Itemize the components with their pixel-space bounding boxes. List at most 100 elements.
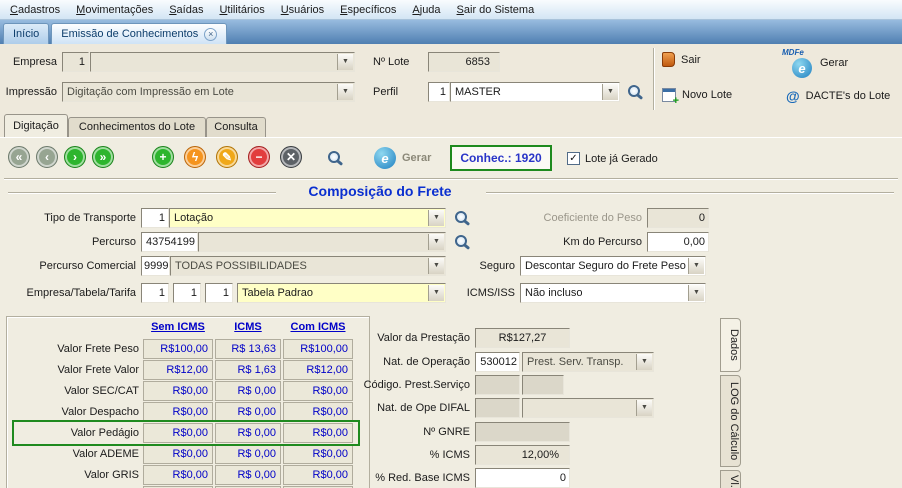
window-tab-bar: Início Emissão de Conhecimentos × (0, 20, 902, 44)
cell-ademe-icms[interactable]: R$ 0,00 (215, 444, 281, 464)
delete-button[interactable]: − (248, 146, 270, 168)
perfil-combo[interactable]: MASTER ▼ (450, 82, 620, 102)
red-base-icms-field[interactable]: 0 (475, 468, 570, 488)
tab-inicio[interactable]: Início (3, 23, 49, 44)
first-record-button[interactable]: « (8, 146, 30, 168)
sair-button-label: Sair (681, 54, 701, 66)
dropdown-arrow-icon[interactable]: ▼ (636, 354, 652, 370)
codigo-prest-servico-label: Código. Prest.Serviço (325, 375, 470, 395)
lote-label: Nº Lote (373, 52, 425, 72)
process-button[interactable]: ϟ (184, 146, 206, 168)
tab-conhecimentos-do-lote[interactable]: Conhecimentos do Lote (68, 117, 206, 137)
lote-field[interactable]: 6853 (428, 52, 500, 72)
row-label-ademe: Valor ADEME (9, 444, 139, 464)
lote-ja-gerado-checkbox[interactable]: ✓ (567, 152, 580, 165)
tab-consulta[interactable]: Consulta (206, 117, 266, 137)
dropdown-arrow-icon[interactable]: ▼ (337, 84, 353, 100)
menu-ajuda[interactable]: Ajuda (404, 1, 448, 19)
next-record-icon: › (73, 151, 77, 163)
novo-lote-button[interactable]: Novo Lote (662, 88, 732, 102)
add-button[interactable]: + (152, 146, 174, 168)
gnre-label: Nº GNRE (335, 422, 470, 442)
cell-frete-peso-sem[interactable]: R$100,00 (143, 339, 213, 359)
km-percurso-label: Km do Percurso (505, 232, 642, 252)
percurso-combo[interactable]: ▼ (198, 232, 446, 252)
nat-operacao-combo[interactable]: Prest. Serv. Transp. ▼ (522, 352, 654, 372)
cell-pedagio-sem[interactable]: R$0,00 (143, 423, 213, 443)
mdfe-icon: MDFe e (782, 48, 814, 78)
search-icon[interactable] (328, 151, 340, 163)
menu-utilitarios[interactable]: Utilitários (211, 1, 272, 19)
menu-sair-do-sistema[interactable]: Sair do Sistema (449, 1, 543, 19)
cell-gris-sem[interactable]: R$0,00 (143, 465, 213, 485)
cell-despacho-sem[interactable]: R$0,00 (143, 402, 213, 422)
menu-cadastros[interactable]: Cadastros (2, 1, 68, 19)
cell-gris-icms[interactable]: R$ 0,00 (215, 465, 281, 485)
next-record-button[interactable]: › (64, 146, 86, 168)
close-tab-icon[interactable]: × (204, 28, 217, 41)
cell-pedagio-icms[interactable]: R$ 0,00 (215, 423, 281, 443)
side-tab-dados[interactable]: Dados (720, 318, 741, 372)
empresa-combo[interactable]: ▼ (90, 52, 355, 72)
dropdown-arrow-icon[interactable]: ▼ (602, 84, 618, 100)
sair-button[interactable]: Sair (662, 52, 701, 67)
ett-empresa-field[interactable]: 1 (141, 283, 169, 303)
edit-button[interactable]: ✎ (216, 146, 238, 168)
nat-operacao-number-field[interactable]: 530012 (475, 352, 520, 372)
ett-tarifa-field[interactable]: 1 (205, 283, 233, 303)
perfil-search-icon[interactable] (628, 85, 640, 97)
row-label-gris: Valor GRIS (9, 465, 139, 485)
seguro-label: Seguro (385, 256, 515, 276)
menu-movimentacoes[interactable]: Movimentações (68, 1, 161, 19)
cell-sec-cat-sem[interactable]: R$0,00 (143, 381, 213, 401)
section-title: Composição do Frete (280, 183, 480, 199)
menu-usuarios[interactable]: Usuários (273, 1, 332, 19)
last-record-button[interactable]: » (92, 146, 114, 168)
last-record-icon: » (100, 151, 107, 163)
gerar-button-label: Gerar (402, 152, 431, 164)
tab-digitacao[interactable]: Digitação (4, 114, 68, 137)
cell-frete-valor-icms[interactable]: R$ 1,63 (215, 360, 281, 380)
tipo-transporte-combo[interactable]: Lotação ▼ (169, 208, 446, 228)
row-label-despacho: Valor Despacho (9, 402, 139, 422)
icms-iss-combo[interactable]: Não incluso ▼ (520, 283, 706, 303)
perfil-number-field[interactable]: 1 (428, 82, 450, 102)
nat-ope-difal-label: Nat. de Ope DIFAL (335, 398, 470, 418)
prior-record-button[interactable]: ‹ (36, 146, 58, 168)
impressao-combo[interactable]: Digitação com Impressão em Lote ▼ (62, 82, 355, 102)
cell-ademe-sem[interactable]: R$0,00 (143, 444, 213, 464)
cell-frete-peso-icms[interactable]: R$ 13,63 (215, 339, 281, 359)
first-record-icon: « (16, 151, 23, 163)
percurso-number-field[interactable]: 43754199 (141, 232, 198, 252)
tab-emissao-de-conhecimentos[interactable]: Emissão de Conhecimentos × (51, 23, 227, 44)
side-tab-vl-calculados[interactable]: Vl. Cal (720, 470, 741, 488)
tipo-transporte-search-icon[interactable] (455, 211, 467, 223)
ett-tabela-field[interactable]: 1 (173, 283, 201, 303)
menu-especificos[interactable]: Específicos (332, 1, 404, 19)
dropdown-arrow-icon[interactable]: ▼ (428, 234, 444, 250)
dacte-button[interactable]: @ DACTE's do Lote (786, 88, 890, 104)
dropdown-arrow-icon[interactable]: ▼ (337, 54, 353, 70)
application-window: Cadastros Movimentações Saídas Utilitári… (0, 0, 902, 488)
dropdown-arrow-icon[interactable]: ▼ (428, 210, 444, 226)
gerar-icon: e (374, 147, 396, 169)
tipo-transporte-number-field[interactable]: 1 (141, 208, 169, 228)
side-tab-log-do-calculo[interactable]: LOG do Cálculo (720, 375, 741, 467)
percurso-comercial-number-field[interactable]: 9999 (141, 256, 170, 276)
cell-frete-valor-sem[interactable]: R$12,00 (143, 360, 213, 380)
gerar-mdfe-label: Gerar (820, 57, 848, 69)
empresa-number-field[interactable]: 1 (62, 52, 89, 72)
gerar-button[interactable]: e Gerar (374, 147, 431, 169)
cell-despacho-icms[interactable]: R$ 0,00 (215, 402, 281, 422)
dropdown-arrow-icon[interactable]: ▼ (636, 400, 652, 416)
percurso-search-icon[interactable] (455, 235, 467, 247)
dropdown-arrow-icon[interactable]: ▼ (688, 285, 704, 301)
km-percurso-field[interactable]: 0,00 (647, 232, 709, 252)
cancel-button[interactable]: ✕ (280, 146, 302, 168)
dropdown-arrow-icon[interactable]: ▼ (688, 258, 704, 274)
gerar-mdfe-button[interactable]: MDFe e Gerar (782, 48, 848, 78)
menu-saidas[interactable]: Saídas (161, 1, 211, 19)
cell-sec-cat-icms[interactable]: R$ 0,00 (215, 381, 281, 401)
nat-ope-difal-combo[interactable]: ▼ (522, 398, 654, 418)
seguro-combo[interactable]: Descontar Seguro do Frete Peso ▼ (520, 256, 706, 276)
